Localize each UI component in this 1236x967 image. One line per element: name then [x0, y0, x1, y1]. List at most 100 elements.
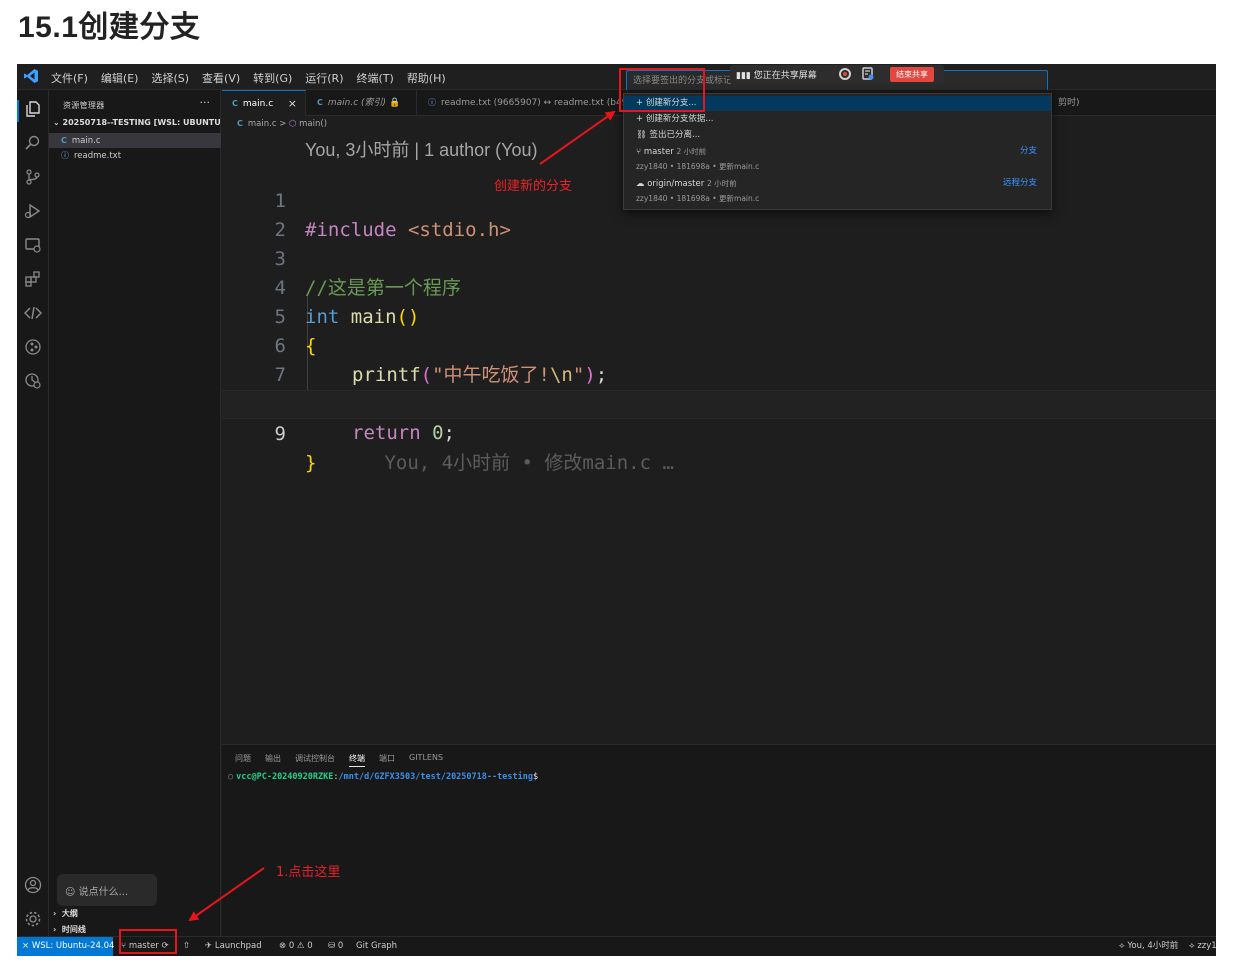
- launchpad-status[interactable]: ✈ Launchpad: [205, 937, 262, 956]
- explorer-title: 资源管理器: [63, 101, 105, 110]
- qp-branch-origin-master[interactable]: ☁ origin/master 2 小时前 远程分支 zzy1840 • 181…: [624, 176, 1051, 208]
- branch-icon: ⑂: [636, 147, 642, 157]
- chevron-down-icon: ⌄: [53, 118, 63, 127]
- menu-bar: 文件(F) 编辑(E) 选择(S) 查看(V) 转到(G) 运行(R) 终端(T…: [51, 70, 446, 86]
- tab-debug-console[interactable]: 调试控制台: [295, 753, 335, 767]
- tab-ports[interactable]: 端口: [379, 753, 395, 767]
- line-number: 9: [274, 423, 286, 445]
- git-graph-status[interactable]: Git Graph: [356, 937, 397, 956]
- activity-bar: [17, 90, 49, 936]
- tab-problems[interactable]: 问题: [235, 753, 251, 767]
- menu-terminal[interactable]: 终端(T): [357, 70, 394, 86]
- publish-icon[interactable]: ⇧: [183, 937, 190, 956]
- tab-output[interactable]: 输出: [265, 753, 281, 767]
- qp-checkout-detached[interactable]: ⛓ 签出已分离...: [624, 128, 1051, 143]
- record-icon[interactable]: [839, 68, 851, 80]
- token-brace: }: [305, 452, 317, 474]
- end-share-button[interactable]: 结束共享: [890, 67, 934, 82]
- timeline-section[interactable]: › 时间线: [53, 924, 86, 935]
- terminal-prompt[interactable]: ○ vcc@PC-20240920RZKE:/mnt/d/GZFX3503/tes…: [228, 772, 538, 782]
- code-editor[interactable]: You, 3小时前 | 1 author (You) 1 #include <s…: [222, 132, 1216, 740]
- qp-branch-master[interactable]: ⑂ master 2 小时前 分支 zzy1840 • 181698a • 更新…: [624, 144, 1051, 176]
- tab-gitlens[interactable]: GITLENS: [409, 753, 443, 767]
- ports-icon: ⛁: [328, 941, 338, 951]
- user-label: zzy1: [1197, 941, 1216, 951]
- timeline-icon[interactable]: [24, 372, 42, 390]
- file-name: readme.txt: [74, 151, 122, 161]
- outline-label: 大纲: [61, 909, 78, 918]
- highlight-create-branch: [619, 68, 705, 112]
- lock-icon: 🔒: [388, 98, 401, 108]
- qp-detail: zzy1840 • 181698a • 更新main.c: [636, 162, 760, 171]
- workspace-folder[interactable]: ⌄ 20250718--TESTING [WSL: UBUNTU-24...: [53, 118, 221, 127]
- extensions-icon[interactable]: [24, 270, 42, 288]
- gear-icon[interactable]: [24, 910, 42, 928]
- prompt-path: /mnt/d/GZFX3503/test/20250718--testing: [338, 772, 533, 782]
- title-bar: 文件(F) 编辑(E) 选择(S) 查看(V) 转到(G) 运行(R) 终端(T…: [17, 64, 1216, 92]
- more-actions-icon[interactable]: ···: [200, 96, 211, 109]
- qp-tag: 分支: [1019, 146, 1037, 156]
- breadcrumb-symbol[interactable]: main(): [299, 119, 327, 129]
- file-item-main-c[interactable]: Cmain.c: [49, 133, 221, 148]
- blame-label: You, 4小时前: [1127, 941, 1179, 951]
- problems-status[interactable]: ⊗ 0 ⚠ 0: [279, 937, 313, 956]
- blame-status[interactable]: ⟡ You, 4小时前: [1119, 937, 1178, 956]
- menu-selection[interactable]: 选择(S): [151, 70, 189, 86]
- code-line: 5 {: [222, 274, 1216, 357]
- workspace-folder-name: 20250718--TESTING [WSL: UBUNTU-24...: [62, 118, 222, 127]
- qp-label: origin/master: [647, 179, 705, 189]
- token-number: 0: [432, 422, 444, 444]
- status-bar: ⨯ WSL: Ubuntu-24.04 ⑂ master ⟳ ⇧ ✈ Launc…: [17, 936, 1216, 956]
- tab-readme-diff[interactable]: ⓘ readme.txt (9665907) ↔ readme.txt (b49a…: [418, 90, 628, 116]
- qp-create-branch-from[interactable]: + 创建新分支依据...: [624, 112, 1051, 127]
- code-line: 4 int main(): [222, 245, 1216, 328]
- menu-help[interactable]: 帮助(H): [407, 70, 446, 86]
- vscode-logo-icon: [23, 68, 39, 84]
- user-status[interactable]: ⟡ zzy1: [1189, 937, 1216, 956]
- git-graph-icon[interactable]: [24, 338, 42, 356]
- cloud-icon: ☁: [636, 179, 645, 189]
- screen-share-status: ▮▮▮ 您正在共享屏幕: [736, 68, 817, 81]
- remote-indicator[interactable]: ⨯ WSL: Ubuntu-24.04: [17, 937, 114, 956]
- remote-explorer-icon[interactable]: [24, 236, 42, 254]
- file-name: main.c: [71, 136, 101, 146]
- info-file-icon: ⓘ: [61, 151, 69, 160]
- tab-terminal[interactable]: 终端: [349, 753, 365, 767]
- tab-overflow[interactable]: 剪时): [1048, 90, 1108, 116]
- source-control-icon[interactable]: [24, 168, 42, 186]
- ports-status[interactable]: ⛁ 0: [328, 937, 343, 956]
- annotation-click-here: 1.点击这里: [276, 865, 341, 880]
- annotate-icon[interactable]: [862, 67, 874, 80]
- code-line-current: 9 } You, 4小时前 • 修改main.c …: [222, 390, 1216, 474]
- qp-time: 2 小时前: [676, 147, 707, 156]
- run-debug-icon[interactable]: [24, 202, 42, 220]
- explorer-icon[interactable]: [24, 100, 42, 118]
- explorer-sidebar: 资源管理器 ··· ⌄ 20250718--TESTING [WSL: UBUN…: [49, 90, 221, 936]
- breadcrumb-file[interactable]: main.c: [248, 119, 277, 129]
- prompt-user: vcc@PC-20240920RZKE: [236, 772, 334, 782]
- file-item-readme[interactable]: ⓘ readme.txt: [49, 148, 221, 163]
- menu-go[interactable]: 转到(G): [253, 70, 292, 86]
- menu-view[interactable]: 查看(V): [202, 70, 240, 86]
- menu-run[interactable]: 运行(R): [305, 70, 343, 86]
- plus-icon: +: [636, 114, 644, 124]
- highlight-branch-status: [119, 929, 177, 954]
- tab-main-c-index[interactable]: Cmain.c (索引) 🔒: [307, 90, 417, 116]
- menu-file[interactable]: 文件(F): [51, 70, 88, 86]
- remote-icon: ⨯: [22, 941, 32, 951]
- c-file-icon: C: [232, 99, 238, 108]
- close-icon[interactable]: ×: [288, 91, 297, 117]
- page-heading: 15.1创建分支: [18, 11, 201, 44]
- outline-section[interactable]: › 大纲: [53, 908, 78, 919]
- qp-label: master: [643, 147, 674, 157]
- tab-main-c[interactable]: Cmain.c ×: [222, 90, 306, 116]
- account-icon[interactable]: [24, 876, 42, 894]
- code-icon[interactable]: [23, 304, 43, 322]
- menu-edit[interactable]: 编辑(E): [101, 70, 139, 86]
- code-line: 6 printf("中午吃饭了!\n");: [222, 303, 1216, 386]
- tab-label: main.c: [242, 99, 274, 109]
- chat-input[interactable]: ☺ 说点什么...: [57, 874, 157, 906]
- screen-share-toolbar: ▮▮▮ 您正在共享屏幕 结束共享: [730, 65, 944, 84]
- search-icon[interactable]: [24, 134, 42, 152]
- qp-time: 2 小时前: [706, 179, 737, 188]
